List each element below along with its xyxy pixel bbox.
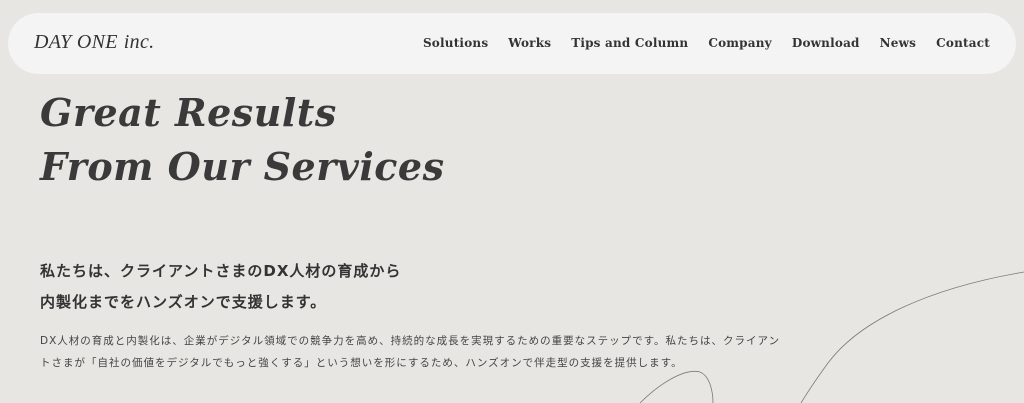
hero-lead: 私たちは、クライアントさまのDX人材の育成から 内製化までをハンズオンで支援しま… (40, 256, 401, 318)
decorative-curve-large (800, 271, 1024, 403)
main-nav: Solutions Works Tips and Column Company … (423, 36, 990, 50)
nav-solutions[interactable]: Solutions (423, 36, 488, 50)
decorative-curve-small (639, 370, 714, 403)
headline-line-1: Great Results (40, 90, 337, 135)
headline-line-2: From Our Services (40, 144, 445, 189)
body-line-2: トさまが「自社の価値をデジタルでもっと強くする」という想いを形にするため、ハンズ… (40, 357, 683, 369)
logo-suffix: inc. (123, 31, 155, 53)
nav-download[interactable]: Download (792, 36, 860, 50)
site-header: DAY ONE inc. Solutions Works Tips and Col… (8, 13, 1016, 74)
nav-works[interactable]: Works (508, 36, 551, 50)
logo[interactable]: DAY ONE inc. (34, 31, 154, 54)
lead-line-2: 内製化までをハンズオンで支援します。 (40, 293, 327, 311)
hero-headline: Great Results From Our Services (40, 86, 444, 194)
logo-main: DAY ONE (34, 31, 118, 53)
nav-contact[interactable]: Contact (936, 36, 990, 50)
body-line-1: DX人材の育成と内製化は、企業がデジタル領域での競争力を高め、持続的な成長を実現… (40, 335, 781, 347)
nav-tips-and-column[interactable]: Tips and Column (571, 36, 688, 50)
nav-company[interactable]: Company (708, 36, 772, 50)
hero-body: DX人材の育成と内製化は、企業がデジタル領域での競争力を高め、持続的な成長を実現… (40, 330, 780, 374)
nav-news[interactable]: News (880, 36, 917, 50)
lead-line-1: 私たちは、クライアントさまのDX人材の育成から (40, 262, 402, 280)
